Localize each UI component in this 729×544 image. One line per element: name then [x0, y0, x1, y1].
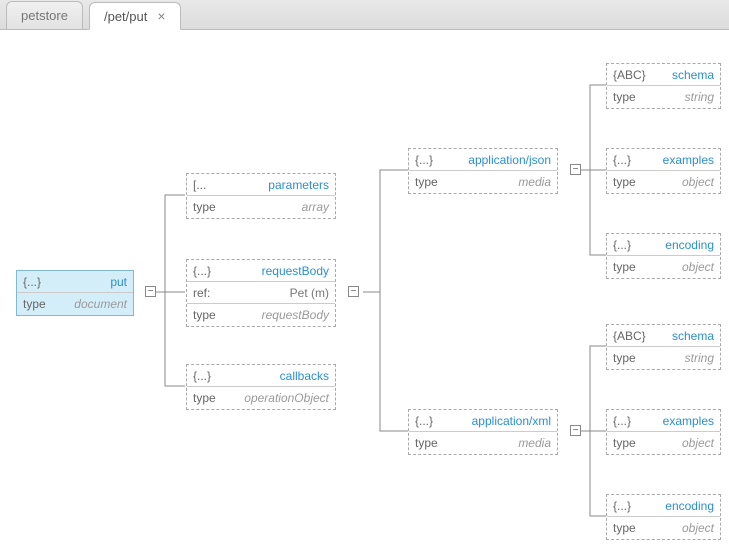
row-val: media — [449, 175, 551, 189]
tab-petstore[interactable]: petstore — [6, 1, 83, 29]
node-application-xml[interactable]: {...} application/xml type media — [408, 409, 558, 455]
row-key: type — [193, 391, 227, 405]
row-key: type — [613, 521, 647, 535]
row-val: document — [57, 297, 127, 311]
tab-pet-put[interactable]: /pet/put × — [89, 2, 181, 30]
row-val: object — [647, 175, 714, 189]
node-examples[interactable]: {...}examples typeobject — [606, 148, 721, 194]
row-key: type — [415, 175, 449, 189]
node-title[interactable]: schema — [647, 68, 714, 82]
row-key: type — [613, 351, 647, 365]
node-title[interactable]: callbacks — [227, 369, 329, 383]
node-schema[interactable]: {ABC}schema typestring — [606, 63, 721, 109]
node-title[interactable]: examples — [647, 414, 714, 428]
row-val: operationObject — [227, 391, 329, 405]
brace-icon: {...} — [613, 414, 647, 428]
row-key: type — [613, 175, 647, 189]
node-title[interactable]: application/xml — [449, 414, 551, 428]
row-key: type — [23, 297, 57, 311]
row-val: array — [227, 200, 329, 214]
tab-label: petstore — [21, 8, 68, 23]
brace-icon: {...} — [613, 153, 647, 167]
row-key: type — [613, 436, 647, 450]
node-encoding[interactable]: {...}encoding typeobject — [606, 494, 721, 540]
bracket-icon: [... — [193, 178, 227, 192]
brace-icon: {...} — [193, 369, 227, 383]
close-icon[interactable]: × — [157, 9, 165, 23]
brace-icon: {...} — [415, 414, 449, 428]
abc-icon: {ABC} — [613, 68, 647, 82]
schema-canvas[interactable]: {...} put type document − [... parameter… — [0, 30, 729, 544]
node-requestbody[interactable]: {...} requestBody ref: Pet (m) type requ… — [186, 259, 336, 327]
brace-icon: {...} — [613, 238, 647, 252]
row-val: object — [647, 260, 714, 274]
brace-icon: {...} — [193, 264, 227, 278]
row-key: ref: — [193, 286, 227, 300]
expand-toggle[interactable]: − — [348, 286, 359, 297]
node-title[interactable]: schema — [647, 329, 714, 343]
node-title[interactable]: encoding — [647, 238, 714, 252]
tab-bar: petstore /pet/put × — [0, 0, 729, 30]
node-title[interactable]: encoding — [647, 499, 714, 513]
node-title[interactable]: put — [57, 275, 127, 289]
row-key: type — [613, 90, 647, 104]
node-parameters[interactable]: [... parameters type array — [186, 173, 336, 219]
row-val: string — [647, 351, 714, 365]
node-application-json[interactable]: {...} application/json type media — [408, 148, 558, 194]
row-val: object — [647, 436, 714, 450]
node-callbacks[interactable]: {...} callbacks type operationObject — [186, 364, 336, 410]
tab-label: /pet/put — [104, 9, 147, 24]
expand-toggle[interactable]: − — [145, 286, 156, 297]
row-val: requestBody — [227, 308, 329, 322]
row-val: string — [647, 90, 714, 104]
row-key: type — [193, 308, 227, 322]
node-title[interactable]: requestBody — [227, 264, 329, 278]
row-key: type — [613, 260, 647, 274]
node-schema[interactable]: {ABC}schema typestring — [606, 324, 721, 370]
row-key: type — [415, 436, 449, 450]
expand-toggle[interactable]: − — [570, 164, 581, 175]
node-put[interactable]: {...} put type document — [16, 270, 134, 316]
abc-icon: {ABC} — [613, 329, 647, 343]
node-encoding[interactable]: {...}encoding typeobject — [606, 233, 721, 279]
brace-icon: {...} — [415, 153, 449, 167]
row-key: type — [193, 200, 227, 214]
node-title[interactable]: application/json — [449, 153, 551, 167]
brace-icon: {...} — [23, 275, 57, 289]
node-title[interactable]: examples — [647, 153, 714, 167]
row-val: media — [449, 436, 551, 450]
node-examples[interactable]: {...}examples typeobject — [606, 409, 721, 455]
row-val: object — [647, 521, 714, 535]
node-title[interactable]: parameters — [227, 178, 329, 192]
expand-toggle[interactable]: − — [570, 425, 581, 436]
row-val: Pet (m) — [227, 286, 329, 300]
brace-icon: {...} — [613, 499, 647, 513]
